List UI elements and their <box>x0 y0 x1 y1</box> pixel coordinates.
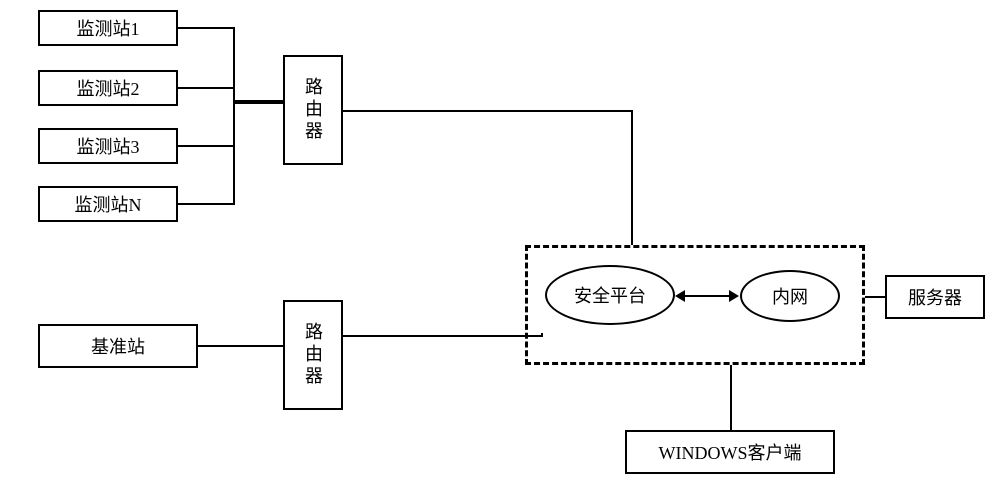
base-station-box: 基准站 <box>38 324 198 368</box>
server-box: 服务器 <box>885 275 985 319</box>
conn-router-bottom-h <box>343 335 543 337</box>
conn-s1-bus <box>178 27 233 29</box>
station-3-box: 监测站3 <box>38 128 178 164</box>
security-platform-label: 安全平台 <box>574 282 646 308</box>
station-1-label: 监测站1 <box>77 15 140 41</box>
security-platform-ellipse: 安全平台 <box>545 265 675 325</box>
bidir-arrow <box>677 295 737 297</box>
station-2-box: 监测站2 <box>38 70 178 106</box>
conn-router-top-h <box>343 110 633 112</box>
station-bus <box>233 27 235 205</box>
router-bottom-box: 路由器 <box>283 300 343 410</box>
station-n-box: 监测站N <box>38 186 178 222</box>
conn-router-top-v <box>631 110 633 245</box>
server-label: 服务器 <box>908 284 962 310</box>
base-station-label: 基准站 <box>91 333 145 359</box>
windows-client-label: WINDOWS客户端 <box>659 439 802 465</box>
station-1-box: 监测站1 <box>38 10 178 46</box>
intranet-ellipse: 内网 <box>740 270 840 322</box>
windows-client-box: WINDOWS客户端 <box>625 430 835 474</box>
conn-platform-client <box>730 365 732 430</box>
station-n-label: 监测站N <box>75 191 142 217</box>
router-bottom-label: 路由器 <box>300 322 326 388</box>
conn-intranet-server <box>865 296 885 298</box>
conn-s2-bus <box>178 87 233 89</box>
router-top-box: 路由器 <box>283 55 343 165</box>
conn-s3-bus <box>178 145 233 147</box>
station-2-label: 监测站2 <box>77 75 140 101</box>
station-3-label: 监测站3 <box>77 133 140 159</box>
conn-sn-bus <box>178 203 233 205</box>
router-top-label: 路由器 <box>300 77 326 143</box>
conn-bus-router <box>233 100 283 104</box>
conn-base-router <box>198 345 283 347</box>
intranet-label: 内网 <box>772 283 808 309</box>
